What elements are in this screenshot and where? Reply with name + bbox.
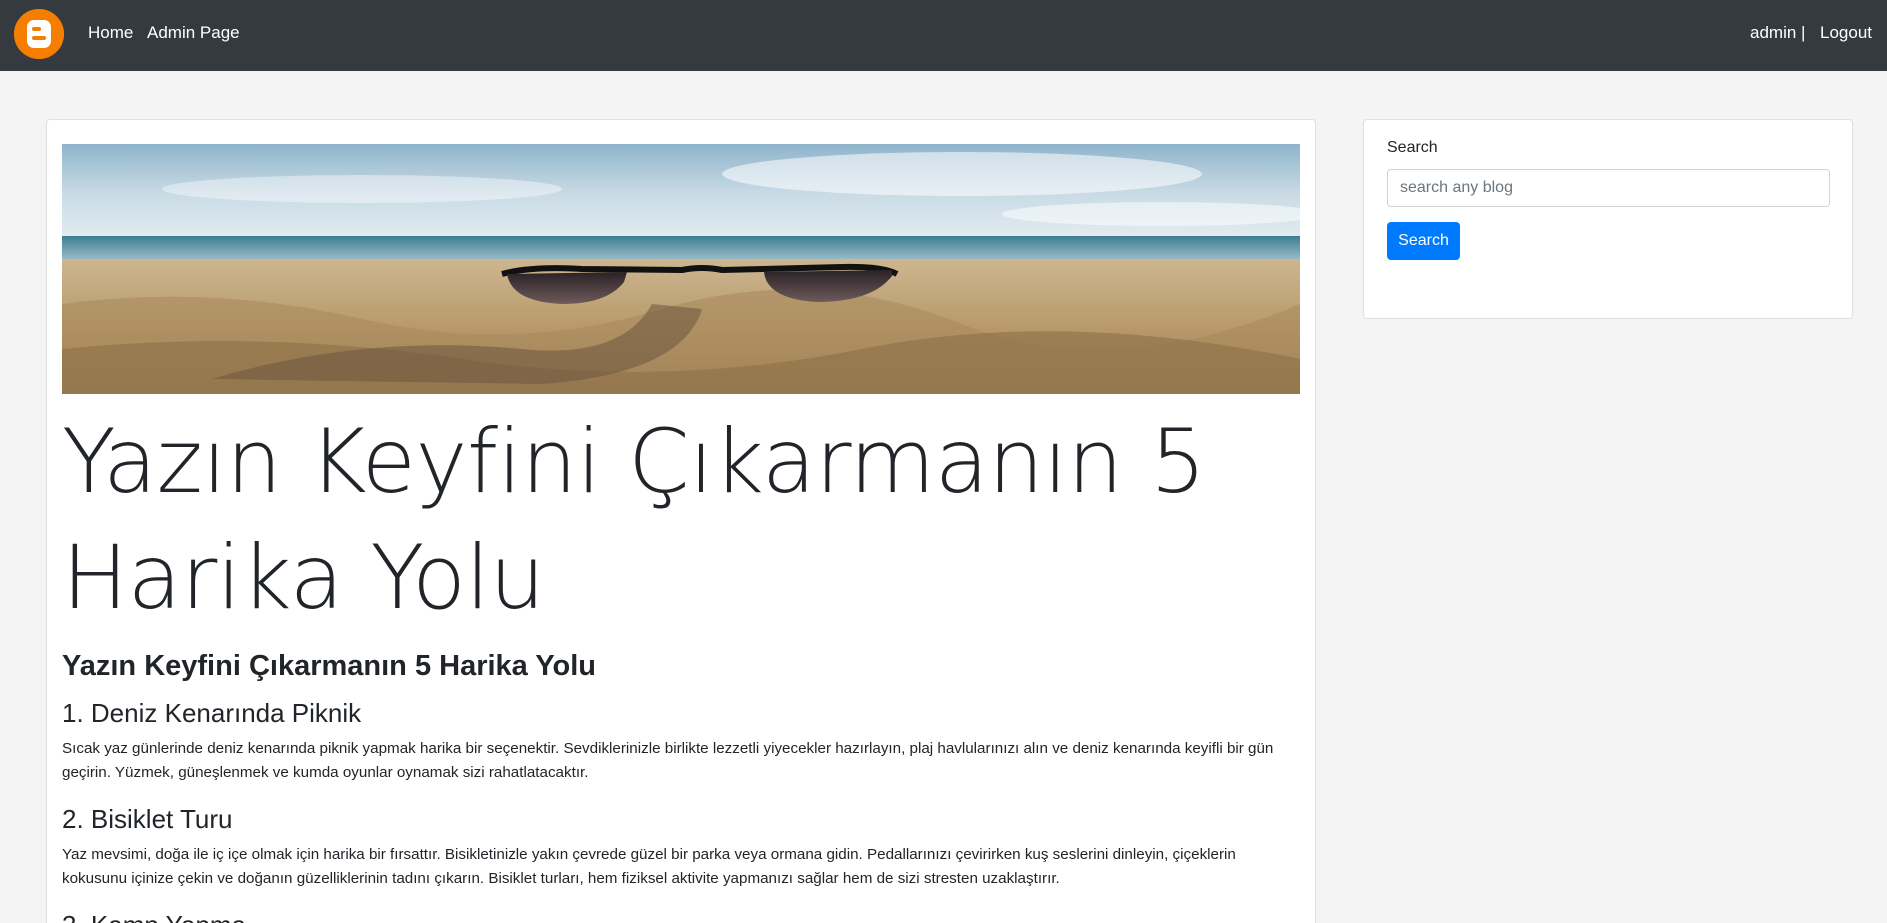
nav-home-link[interactable]: Home bbox=[88, 23, 133, 43]
post-subtitle: Yazın Keyfini Çıkarmanın 5 Harika Yolu bbox=[62, 650, 597, 682]
nav-admin-page-link[interactable]: Admin Page bbox=[147, 23, 240, 43]
nav-logout-link[interactable]: Logout bbox=[1820, 23, 1872, 43]
blogger-logo-icon[interactable] bbox=[14, 9, 64, 59]
top-navbar: Home Admin Page admin | Logout bbox=[0, 0, 1887, 71]
section-heading: 2. Bisiklet Turu bbox=[62, 804, 233, 834]
section-paragraph: Yaz mevsimi, doğa ile iç içe olmak için … bbox=[62, 846, 1236, 887]
section-paragraph: Sıcak yaz günlerinde deniz kenarında pik… bbox=[62, 740, 1274, 781]
nav-username: admin | bbox=[1750, 23, 1806, 42]
search-button[interactable]: Search bbox=[1387, 222, 1460, 260]
section-heading: 1. Deniz Kenarında Piknik bbox=[62, 698, 362, 728]
search-input[interactable] bbox=[1387, 169, 1830, 207]
search-card: Search Search bbox=[1363, 119, 1853, 319]
search-label: Search bbox=[1387, 139, 1438, 156]
section-heading: 3. Kamp Yapma bbox=[62, 910, 246, 923]
post-title: Yazın Keyfini Çıkarmanın 5 Harika Yolu bbox=[62, 410, 1206, 629]
post-card: Yazın Keyfini Çıkarmanın 5 Harika Yolu Y… bbox=[46, 119, 1316, 923]
post-hero-image bbox=[62, 144, 1300, 394]
